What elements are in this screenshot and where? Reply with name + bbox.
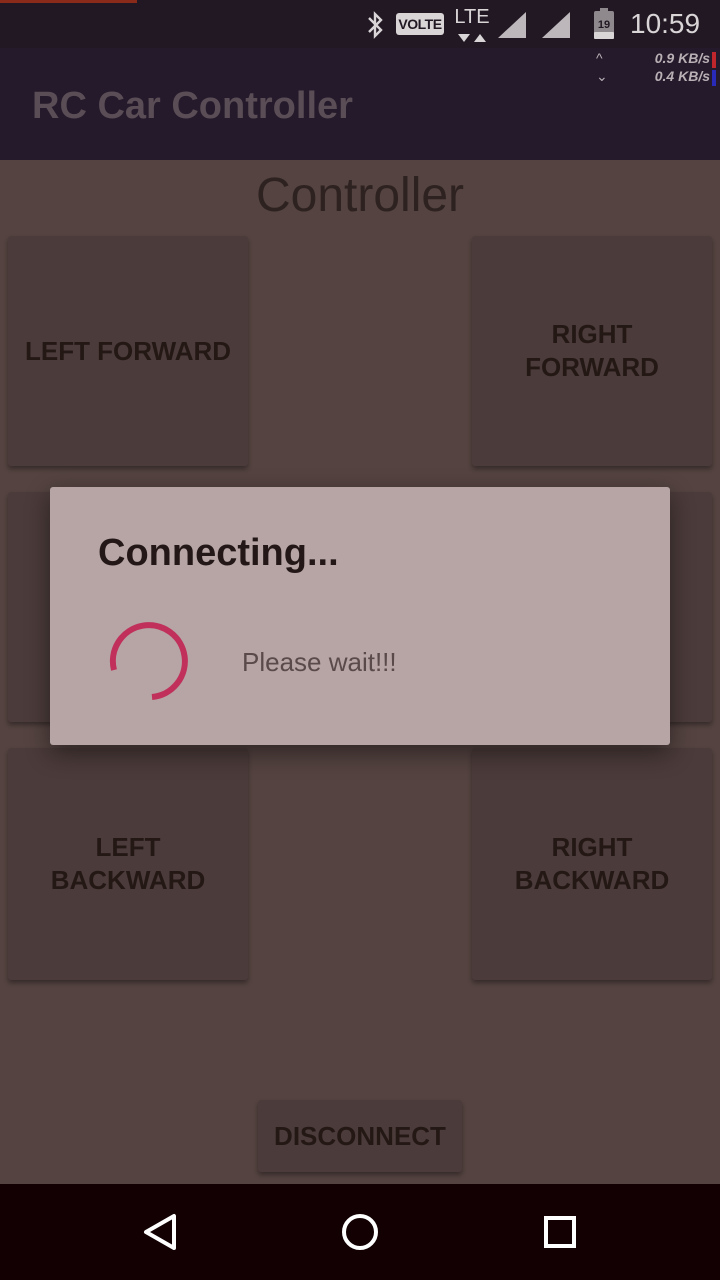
data-activity-icon — [458, 34, 486, 42]
dialog-title: Connecting... — [98, 532, 339, 574]
status-progress-line — [0, 0, 137, 3]
net-speed-up: ^ 0.9 KB/s — [596, 50, 716, 70]
download-bar — [712, 70, 716, 86]
progress-dialog: Connecting... Please wait!!! — [50, 487, 670, 745]
battery-level: 19 — [598, 19, 610, 31]
right-backward-button[interactable]: RIGHT BACKWARD — [472, 748, 712, 980]
right-backward-label: RIGHT BACKWARD — [514, 832, 670, 895]
navigation-bar — [0, 1184, 720, 1280]
page-title: Controller — [255, 169, 465, 222]
net-speed-indicator: ^ 0.9 KB/s ⌄ 0.4 KB/s — [596, 48, 716, 92]
left-forward-label: LEFT FORWARD — [24, 335, 232, 366]
left-backward-button[interactable]: LEFT BACKWARD — [8, 748, 248, 980]
upload-bar — [712, 52, 716, 68]
status-clock: 10:59 — [630, 8, 701, 39]
right-forward-button[interactable]: RIGHT FORWARD — [472, 236, 712, 466]
disconnect-label: DISCONNECT — [274, 1120, 446, 1151]
home-icon[interactable] — [336, 1208, 384, 1256]
recent-apps-icon[interactable] — [536, 1208, 584, 1256]
volte-badge: VOLTE — [396, 13, 444, 35]
app-title: RC Car Controller — [32, 85, 353, 127]
signal-icon — [496, 10, 528, 45]
left-backward-label: LEFT BACKWARD — [50, 832, 206, 895]
signal-icon — [540, 10, 572, 45]
download-arrow-icon: ⌄ — [596, 68, 608, 84]
lte-label: LTE — [454, 6, 490, 28]
battery-icon: 19 — [592, 8, 616, 45]
left-forward-button[interactable]: LEFT FORWARD — [8, 236, 248, 466]
bluetooth-icon — [364, 10, 388, 40]
disconnect-button[interactable]: DISCONNECT — [258, 1100, 462, 1172]
back-icon[interactable] — [136, 1208, 184, 1256]
dialog-message: Please wait!!! — [242, 647, 397, 677]
download-speed: 0.4 KB/s — [654, 68, 710, 84]
status-bar: VOLTE LTE 19 10:59 — [0, 0, 720, 48]
right-forward-label: RIGHT FORWARD — [525, 319, 659, 382]
app-bar: ^ 0.9 KB/s ⌄ 0.4 KB/s RC Car Controller — [0, 48, 720, 160]
upload-speed: 0.9 KB/s — [654, 50, 710, 66]
upload-arrow-icon: ^ — [596, 50, 603, 66]
lte-indicator: LTE — [452, 6, 492, 42]
net-speed-down: ⌄ 0.4 KB/s — [596, 68, 716, 88]
loading-spinner-icon — [100, 615, 192, 707]
